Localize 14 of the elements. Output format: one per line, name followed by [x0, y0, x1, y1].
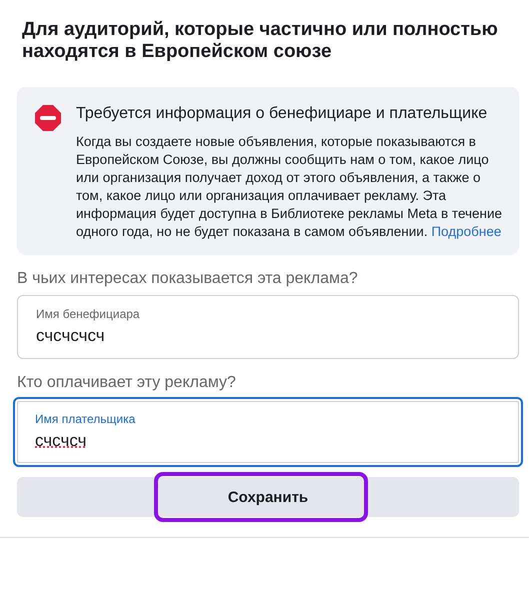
- learn-more-link[interactable]: Подробнее: [431, 224, 502, 239]
- field-label: Имя бенефициара: [36, 306, 141, 322]
- field-value: счсчсч: [35, 431, 86, 451]
- field-value: счсчсчсч: [36, 326, 105, 346]
- field-question: Кто оплачивает эту рекламу?: [17, 373, 237, 393]
- input-field[interactable]: Имя плательщика счсчсч: [13, 397, 523, 467]
- field-question: В чьих интересах показывается эта реклама?: [17, 269, 359, 289]
- field-label: Имя плательщика: [35, 411, 136, 427]
- dialog-title: Для аудиторий, которые частично или полностью находятся в Европейском союзе: [21, 18, 499, 63]
- stop-icon: [35, 105, 61, 131]
- notice-text: Когда вы создаете новые объявления, которые показываются в Европейском Союзе, вы должны сообщить нам о том, какое лицо или организация получает доход от этого объявления, а также о том, какое лицо или организация оплачивает рекламу. Эта информация будет доступна в Библиотеке рекламы Meta в течение одного года, но не будет показана в самом объявлении. Подробнее: [76, 133, 503, 241]
- input-field[interactable]: Имя бенефициара счсчсчсч: [17, 295, 519, 359]
- save-button[interactable]: Сохранить: [17, 477, 519, 517]
- notice-heading: Требуется информация о бенефициаре и плательщике: [76, 104, 488, 124]
